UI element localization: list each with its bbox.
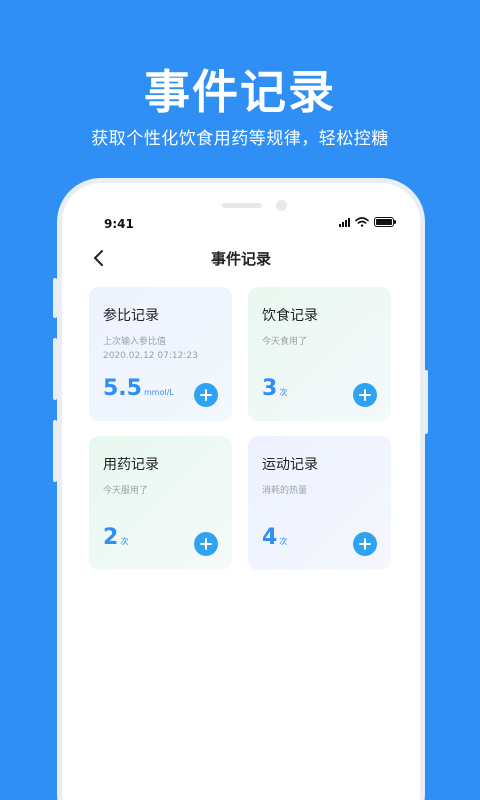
promo-title: 事件记录	[144, 65, 336, 119]
promo-subtitle: 获取个性化饮食用药等规律，轻松控糖	[91, 129, 389, 149]
add-diet-button[interactable]	[353, 383, 377, 407]
card-title: 运动记录	[262, 457, 318, 473]
card-value-number: 5.5	[103, 376, 142, 401]
card-title: 饮食记录	[262, 308, 318, 324]
add-reference-button[interactable]	[194, 383, 218, 407]
card-diet-record[interactable]: 饮食记录 今天食用了 3 次	[248, 287, 391, 421]
phone-camera	[276, 200, 287, 211]
status-icons	[339, 217, 396, 227]
status-time: 9:41	[104, 217, 134, 231]
card-value-number: 2	[103, 525, 119, 550]
card-timestamp: 2020.02.12 07:12:23	[103, 351, 198, 361]
battery-icon	[374, 217, 396, 227]
add-exercise-button[interactable]	[353, 532, 377, 556]
card-subtitle: 消耗的热量	[262, 486, 308, 496]
card-subtitle: 今天食用了	[262, 337, 308, 347]
card-title: 参比记录	[103, 308, 159, 324]
card-value: 5.5 mmol/L	[103, 376, 174, 401]
nav-bar: 事件记录	[62, 243, 420, 273]
card-value-number: 4	[262, 525, 278, 550]
card-value: 4 次	[262, 525, 287, 550]
card-subtitle: 今天服用了	[103, 486, 149, 496]
phone-speaker	[222, 203, 262, 208]
card-subtitle: 上次输入参比值	[103, 337, 167, 347]
card-value: 2 次	[103, 525, 128, 550]
card-medication-record[interactable]: 用药记录 今天服用了 2 次	[89, 436, 232, 570]
card-value-unit: 次	[279, 537, 288, 546]
card-value-number: 3	[262, 376, 278, 401]
phone-frame: 9:41 事件记录 参比记录 上次输入参比值 2020.02.12 07:12:…	[57, 178, 425, 800]
card-value-unit: 次	[120, 537, 129, 546]
card-title: 用药记录	[103, 457, 159, 473]
card-value-unit: mmol/L	[143, 388, 174, 397]
add-medication-button[interactable]	[194, 532, 218, 556]
card-exercise-record[interactable]: 运动记录 消耗的热量 4 次	[248, 436, 391, 570]
card-value: 3 次	[262, 376, 287, 401]
signal-icon	[339, 217, 350, 227]
wifi-icon	[355, 217, 369, 227]
card-reference-record[interactable]: 参比记录 上次输入参比值 2020.02.12 07:12:23 5.5 mmo…	[89, 287, 232, 421]
status-bar: 9:41	[62, 215, 420, 235]
page-title: 事件记录	[210, 250, 271, 268]
card-value-unit: 次	[279, 388, 288, 397]
